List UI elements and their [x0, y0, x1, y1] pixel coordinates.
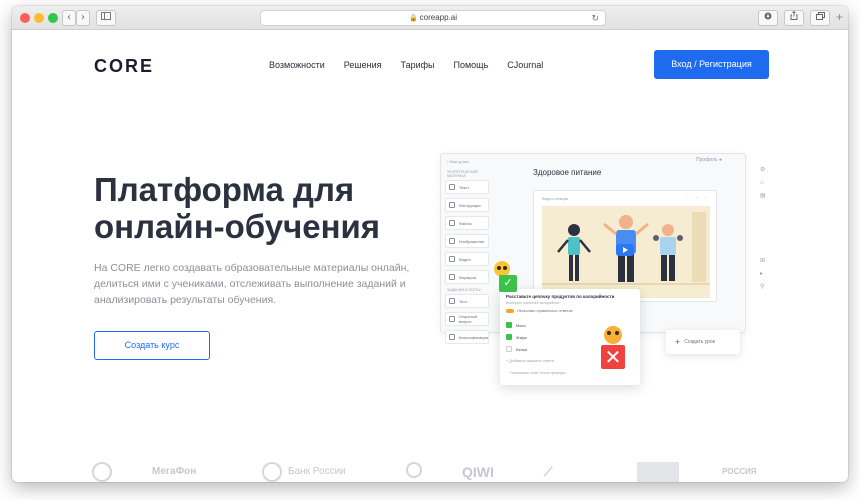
mockup-sidebar-item: Файлы	[445, 216, 489, 230]
mockup-card-tools-icon: ◦ ◦ ◦	[686, 195, 710, 201]
quiz-title: Расставьте цепочку продуктов по калорийн…	[506, 294, 615, 299]
back-button[interactable]: ‹	[62, 10, 76, 26]
quiz-answer: Жиры	[506, 334, 527, 340]
file-icon	[449, 220, 455, 226]
partner-logo-megafon: МегаФон	[152, 466, 197, 477]
video-illustration	[542, 206, 710, 298]
mockup-card-label: Видео-лекция	[542, 196, 569, 201]
hero-title: Платформа для онлайн-обучения	[94, 171, 381, 245]
partner-logo-block-icon	[637, 462, 679, 482]
mockup-sidebar-category: ТЕОРЕТИЧЕСКИЙ МАТЕРИАЛ	[447, 170, 478, 178]
test-icon	[449, 298, 455, 304]
mockup-right-toolbar-icons: ⚙ ⌂ ▤ ⊞ ▸ ⚲	[760, 167, 766, 290]
zoom-window-button[interactable]	[48, 13, 58, 23]
quiz-toggle-row: Несколько правильных ответов	[506, 309, 573, 313]
nav-item-features[interactable]: Возможности	[269, 60, 325, 70]
classification-icon	[449, 334, 455, 340]
mockup-video-card: Видео-лекция ◦ ◦ ◦	[533, 190, 717, 302]
mockup-sidebar-item: Формулы	[445, 270, 489, 284]
sad-emoji-icon	[604, 326, 622, 344]
plus-icon: +	[675, 337, 681, 347]
partner-logo-arrow-icon: ⟋	[544, 465, 553, 479]
mockup-sidebar-item: Открытый вопрос	[445, 312, 489, 326]
mockup-sidebar-item: Текст	[445, 180, 489, 194]
mockup-sidebar-item: Классификация	[445, 330, 489, 344]
partner-logos: МегаФон Банк России QIWI ⟋ РОССИЯ	[92, 462, 772, 482]
tabs-icon[interactable]	[810, 10, 830, 26]
partner-logo-emblem-icon	[92, 462, 112, 482]
share-icon[interactable]	[784, 10, 804, 26]
video-icon	[449, 256, 455, 262]
quiz-footer: Показывать ответ после проверки	[510, 371, 566, 375]
quiz-subtitle: Выберите наиболее калорийные	[506, 301, 560, 305]
reload-icon[interactable]: ↻	[591, 11, 599, 25]
partner-logo-qiwi: QIWI	[462, 464, 494, 480]
instruction-icon	[449, 202, 455, 208]
site-logo[interactable]: CORE	[94, 56, 154, 77]
mockup-course-title: Здоровое питание	[533, 168, 602, 177]
checkbox-unchecked-icon	[506, 346, 512, 352]
quiz-answer: Мясо	[506, 322, 526, 328]
main-nav: Возможности Решения Тарифы Помощь CJourn…	[269, 60, 543, 70]
mockup-create-lesson-button: + Создать урок	[666, 330, 740, 354]
mockup-sidebar-item: Инструкция	[445, 198, 489, 212]
mockup-sidebar-item: Тест	[445, 294, 489, 308]
close-window-button[interactable]	[20, 13, 30, 23]
formula-icon	[449, 274, 455, 280]
nav-item-pricing[interactable]: Тарифы	[401, 60, 435, 70]
url-text: coreapp.ai	[419, 13, 458, 22]
forward-button[interactable]: ›	[76, 10, 90, 26]
quiz-answer: Белки	[506, 346, 527, 352]
partner-logo-bank-of-russia: Банк России	[288, 466, 346, 477]
mockup-sidebar-item: Видео	[445, 252, 489, 266]
checkbox-checked-icon	[506, 334, 512, 340]
address-bar[interactable]: 🔒 coreapp.ai ↻	[260, 10, 606, 26]
mockup-back-link: ‹ Мои уроки	[447, 159, 469, 164]
mockup-sidebar-item: Изображение	[445, 234, 489, 248]
question-icon	[449, 316, 455, 322]
nav-item-solutions[interactable]: Решения	[344, 60, 382, 70]
browser-window: ‹ › 🔒 coreapp.ai ↻ + CORE Возможности Реш…	[12, 6, 848, 482]
partner-logo-bank-emblem-icon	[262, 462, 282, 482]
cross-icon: ✕	[601, 345, 625, 369]
browser-toolbar: ‹ › 🔒 coreapp.ai ↻ +	[12, 6, 848, 30]
lock-icon: 🔒	[408, 15, 418, 22]
mockup-profile: Профиль ●	[696, 157, 723, 163]
nav-item-help[interactable]: Помощь	[454, 60, 489, 70]
partner-logo-russia: РОССИЯ	[722, 467, 757, 476]
create-course-button[interactable]: Создать курс	[94, 331, 210, 360]
checkmark-icon: ✓	[499, 275, 517, 292]
login-register-button[interactable]: Вход / Регистрация	[654, 50, 769, 79]
multiple-answers-toggle	[506, 309, 514, 313]
image-icon	[449, 238, 455, 244]
avatar-icon: ●	[718, 157, 723, 163]
mockup-sidebar-category: ЗАДАНИЯ И ТЕСТЫ	[447, 288, 481, 292]
checkbox-checked-icon	[506, 322, 512, 328]
mockup-sidebar: ТЕОРЕТИЧЕСКИЙ МАТЕРИАЛ Текст Инструкция …	[445, 168, 489, 348]
new-tab-button[interactable]: +	[836, 10, 843, 24]
text-icon	[449, 184, 455, 190]
sidebar-icon[interactable]	[96, 10, 116, 26]
quiz-add-answer: + Добавить вариант ответа	[506, 359, 554, 363]
play-video-icon	[616, 244, 634, 256]
download-icon[interactable]	[758, 10, 778, 26]
hero-description: На CORE легко создавать образовательные …	[94, 262, 410, 306]
minimize-window-button[interactable]	[34, 13, 44, 23]
nav-item-cjournal[interactable]: CJournal	[507, 60, 543, 70]
partner-logo-circle-icon	[406, 462, 422, 478]
